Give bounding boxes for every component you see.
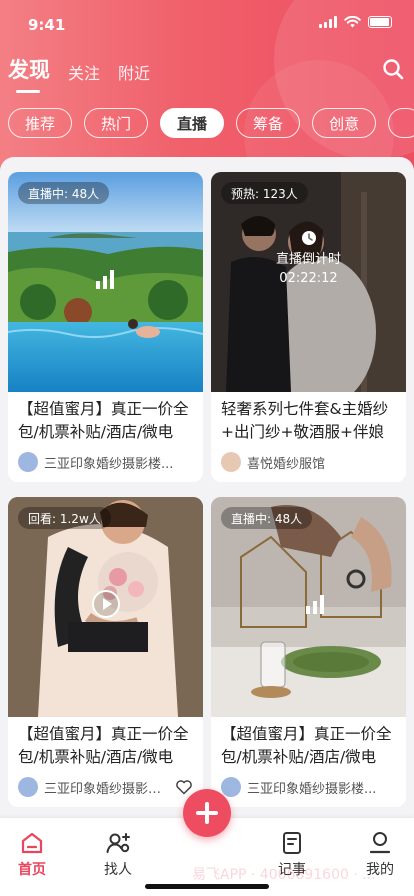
notes-icon — [283, 832, 301, 854]
profile-icon — [369, 832, 391, 854]
top-nav-tabs: 发现 关注 附近 — [8, 54, 150, 93]
watermark: 易飞APP · 4006891600 · ... — [192, 867, 376, 883]
card-author: 三亚印象婚纱摄影楼... — [211, 771, 406, 807]
find-people-icon — [106, 833, 130, 853]
chip-creative[interactable]: 创意 — [312, 108, 377, 138]
header: 9:41 发现 关注 附近 推荐 热门 直播 筹备 创意 — [0, 0, 414, 175]
battery-icon — [368, 16, 392, 28]
home-indicator — [145, 884, 269, 889]
live-card[interactable]: 回看: 1.2w人 【超值蜜月】真正一价全包/机票补贴/酒店/微电 三亚印象婚纱… — [8, 497, 203, 807]
viewer-count-badge: 直播中: 48人 — [221, 507, 313, 529]
author-name: 喜悦婚纱服馆 — [247, 456, 326, 472]
status-icons — [319, 16, 392, 28]
viewer-count-badge: 直播中: 48人 — [18, 182, 110, 204]
live-card[interactable]: 直播中: 48人 【超值蜜月】真正一价全包/机票补贴/酒店/微电 三亚印象婚纱摄… — [211, 497, 406, 807]
chip-more[interactable] — [388, 108, 414, 138]
card-title: 【超值蜜月】真正一价全包/机票补贴/酒店/微电 — [221, 725, 392, 766]
card-author: 三亚印象婚纱摄影楼... — [8, 446, 203, 482]
card-title: 轻奢系列七件套&主婚纱+出门纱+敬酒服+伴娘服 — [221, 400, 389, 441]
viewer-count-badge: 预热: 123人 — [221, 182, 308, 204]
countdown: 直播倒计时 02:22:12 — [211, 250, 406, 288]
live-card[interactable]: 预热: 123人 直播倒计时 02:22:12 轻奢系列七件套&主婚纱+出门纱+… — [211, 172, 406, 482]
avatar — [18, 777, 38, 797]
live-signal-icon — [306, 595, 324, 614]
card-author: 三亚印象婚纱摄影楼... — [8, 771, 203, 807]
chip-hot[interactable]: 热门 — [84, 108, 149, 138]
avatar — [221, 777, 241, 797]
tab-find-people-label: 找人 — [104, 862, 132, 878]
card-title: 【超值蜜月】真正一价全包/机票补贴/酒店/微电 — [18, 725, 189, 766]
status-time: 9:41 — [28, 16, 66, 34]
search-icon[interactable] — [382, 58, 404, 80]
wifi-icon — [344, 16, 361, 28]
category-chips: 推荐 热门 直播 筹备 创意 — [8, 108, 414, 138]
create-post-button[interactable] — [183, 789, 231, 837]
play-icon[interactable] — [91, 589, 121, 619]
signal-icon — [319, 16, 337, 28]
tab-discover[interactable]: 发现 — [8, 54, 50, 93]
live-feed: 直播中: 48人 【超值蜜月】真正一价全包/机票补贴/酒店/微电 三亚印象婚纱摄… — [0, 157, 414, 817]
home-icon — [21, 832, 43, 854]
chip-recommend[interactable]: 推荐 — [8, 108, 73, 138]
chip-prepare[interactable]: 筹备 — [236, 108, 301, 138]
countdown-label: 直播倒计时 — [275, 252, 341, 267]
card-title: 【超值蜜月】真正一价全包/机票补贴/酒店/微电 — [18, 400, 189, 441]
avatar — [221, 452, 241, 472]
countdown-time: 02:22:12 — [279, 271, 338, 286]
card-cover-image: 预热: 123人 直播倒计时 02:22:12 — [211, 172, 406, 392]
chip-live[interactable]: 直播 — [160, 108, 225, 138]
tab-follow[interactable]: 关注 — [68, 60, 100, 84]
live-signal-icon — [96, 270, 114, 289]
card-author: 喜悦婚纱服馆 — [211, 446, 406, 482]
author-name: 三亚印象婚纱摄影楼... — [44, 456, 174, 472]
avatar — [18, 452, 38, 472]
live-card[interactable]: 直播中: 48人 【超值蜜月】真正一价全包/机票补贴/酒店/微电 三亚印象婚纱摄… — [8, 172, 203, 482]
card-cover-image: 回看: 1.2w人 — [8, 497, 203, 717]
tab-home[interactable]: 首页 — [2, 830, 62, 879]
status-bar: 9:41 — [0, 0, 414, 50]
tab-home-label: 首页 — [18, 862, 46, 878]
tab-find-people[interactable]: 找人 — [88, 830, 148, 879]
card-cover-image: 直播中: 48人 — [211, 497, 406, 717]
heart-icon[interactable] — [175, 778, 193, 796]
author-name: 三亚印象婚纱摄影楼... — [247, 781, 377, 797]
author-name: 三亚印象婚纱摄影楼... — [44, 781, 169, 797]
viewer-count-badge: 回看: 1.2w人 — [18, 507, 111, 529]
card-cover-image: 直播中: 48人 — [8, 172, 203, 392]
tab-nearby[interactable]: 附近 — [118, 60, 150, 84]
clock-icon — [302, 231, 316, 245]
